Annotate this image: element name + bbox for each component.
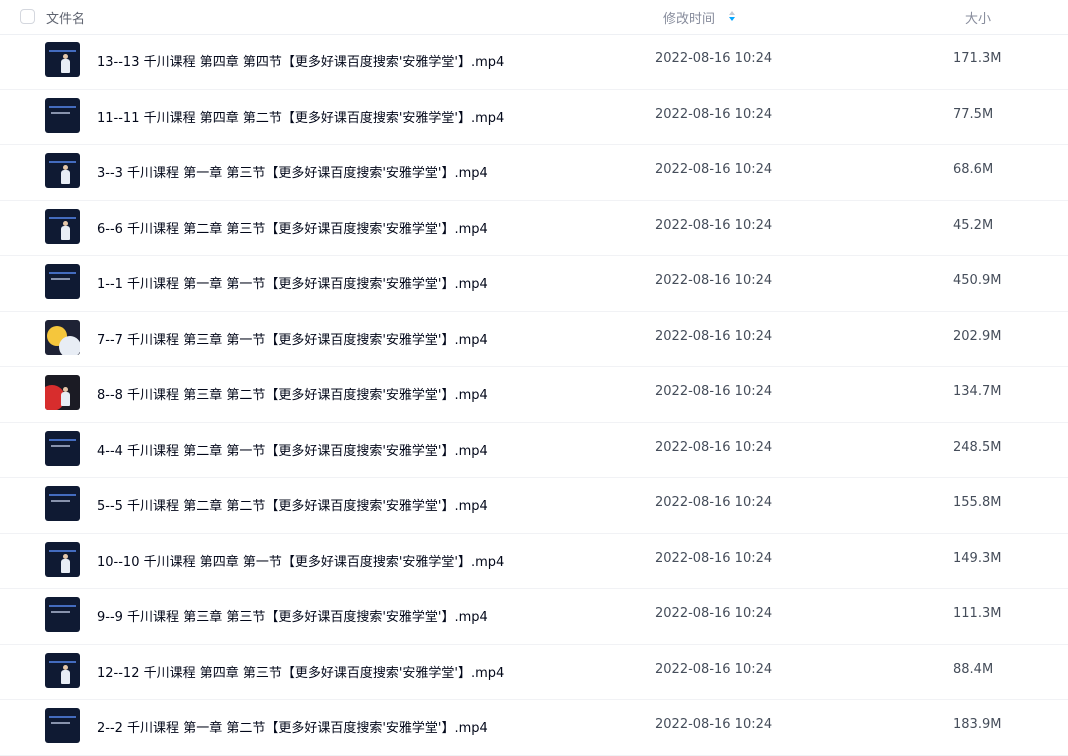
file-row[interactable]: 4--4 千川课程 第二章 第一节【更多好课百度搜索'安雅学堂'】.mp4 202… — [0, 423, 1068, 478]
file-size: 68.6M — [953, 162, 994, 177]
file-size: 202.9M — [953, 328, 1002, 344]
file-name[interactable]: 7--7 千川课程 第三章 第一节【更多好课百度搜索'安雅学堂'】.mp4 — [97, 329, 488, 348]
file-modified-time: 2022-08-16 10:24 — [655, 661, 773, 677]
file-size: 111.3M — [953, 606, 1002, 621]
file-name[interactable]: 5--5 千川课程 第二章 第二节【更多好课百度搜索'安雅学堂'】.mp4 — [97, 495, 488, 514]
file-modified-time: 2022-08-16 10:24 — [655, 328, 773, 344]
file-row[interactable]: 5--5 千川课程 第二章 第二节【更多好课百度搜索'安雅学堂'】.mp4 202… — [0, 478, 1068, 534]
sort-descending-icon[interactable] — [728, 11, 735, 23]
file-size: 77.5M — [953, 106, 994, 122]
file-name[interactable]: 13--13 千川课程 第四章 第四节【更多好课百度搜索'安雅学堂'】.mp4 — [97, 51, 504, 70]
file-size: 134.7M — [953, 384, 1002, 399]
file-row[interactable]: 13--13 千川课程 第四章 第四节【更多好课百度搜索'安雅学堂'】.mp4 2… — [0, 34, 1068, 90]
video-thumbnail[interactable] — [45, 597, 80, 632]
file-size: 171.3M — [953, 51, 1002, 66]
file-name[interactable]: 11--11 千川课程 第四章 第二节【更多好课百度搜索'安雅学堂'】.mp4 — [97, 107, 504, 126]
file-row[interactable]: 11--11 千川课程 第四章 第二节【更多好课百度搜索'安雅学堂'】.mp4 2… — [0, 90, 1068, 145]
file-row[interactable]: 2--2 千川课程 第一章 第二节【更多好课百度搜索'安雅学堂'】.mp4 202… — [0, 700, 1068, 756]
file-row[interactable]: 12--12 千川课程 第四章 第三节【更多好课百度搜索'安雅学堂'】.mp4 2… — [0, 645, 1068, 700]
file-size: 248.5M — [953, 439, 1002, 455]
file-name[interactable]: 6--6 千川课程 第二章 第三节【更多好课百度搜索'安雅学堂'】.mp4 — [97, 218, 488, 237]
file-modified-time: 2022-08-16 10:24 — [655, 217, 773, 233]
video-thumbnail[interactable] — [45, 652, 80, 688]
file-row[interactable]: 1--1 千川课程 第一章 第一节【更多好课百度搜索'安雅学堂'】.mp4 202… — [0, 256, 1068, 312]
file-list: 13--13 千川课程 第四章 第四节【更多好课百度搜索'安雅学堂'】.mp4 2… — [0, 34, 1068, 756]
video-thumbnail[interactable] — [45, 153, 80, 188]
file-modified-time: 2022-08-16 10:24 — [655, 106, 773, 122]
file-row[interactable]: 8--8 千川课程 第三章 第二节【更多好课百度搜索'安雅学堂'】.mp4 202… — [0, 367, 1068, 423]
select-all-checkbox[interactable] — [20, 9, 35, 24]
file-size: 183.9M — [953, 717, 1002, 732]
video-thumbnail[interactable] — [45, 264, 80, 299]
video-thumbnail[interactable] — [45, 486, 80, 521]
file-name[interactable]: 8--8 千川课程 第三章 第二节【更多好课百度搜索'安雅学堂'】.mp4 — [97, 384, 488, 403]
video-thumbnail[interactable] — [45, 42, 80, 77]
file-name[interactable]: 2--2 千川课程 第一章 第二节【更多好课百度搜索'安雅学堂'】.mp4 — [97, 717, 488, 736]
file-row[interactable]: 6--6 千川课程 第二章 第三节【更多好课百度搜索'安雅学堂'】.mp4 202… — [0, 201, 1068, 256]
file-modified-time: 2022-08-16 10:24 — [655, 495, 773, 510]
file-row[interactable]: 9--9 千川课程 第三章 第三节【更多好课百度搜索'安雅学堂'】.mp4 202… — [0, 589, 1068, 645]
file-size: 450.9M — [953, 273, 1002, 288]
video-thumbnail[interactable] — [45, 708, 80, 743]
file-name[interactable]: 4--4 千川课程 第二章 第一节【更多好课百度搜索'安雅学堂'】.mp4 — [97, 440, 488, 459]
video-thumbnail[interactable] — [45, 319, 80, 355]
file-row[interactable]: 7--7 千川课程 第三章 第一节【更多好课百度搜索'安雅学堂'】.mp4 202… — [0, 312, 1068, 367]
file-size: 45.2M — [953, 217, 994, 233]
file-modified-time: 2022-08-16 10:24 — [655, 606, 773, 621]
file-modified-time: 2022-08-16 10:24 — [655, 717, 773, 732]
file-name[interactable]: 1--1 千川课程 第一章 第一节【更多好课百度搜索'安雅学堂'】.mp4 — [97, 273, 488, 292]
video-thumbnail[interactable] — [45, 97, 80, 133]
file-row[interactable]: 3--3 千川课程 第一章 第三节【更多好课百度搜索'安雅学堂'】.mp4 202… — [0, 145, 1068, 201]
file-row[interactable]: 10--10 千川课程 第四章 第一节【更多好课百度搜索'安雅学堂'】.mp4 2… — [0, 534, 1068, 589]
video-thumbnail[interactable] — [45, 375, 80, 410]
file-list-header: 文件名 修改时间 大小 — [0, 0, 1068, 35]
file-modified-time: 2022-08-16 10:24 — [655, 273, 773, 288]
file-name[interactable]: 3--3 千川课程 第一章 第三节【更多好课百度搜索'安雅学堂'】.mp4 — [97, 162, 488, 181]
file-modified-time: 2022-08-16 10:24 — [655, 550, 773, 566]
file-modified-time: 2022-08-16 10:24 — [655, 384, 773, 399]
video-thumbnail[interactable] — [45, 430, 80, 466]
video-thumbnail[interactable] — [45, 208, 80, 244]
file-size: 149.3M — [953, 550, 1002, 566]
file-name[interactable]: 12--12 千川课程 第四章 第三节【更多好课百度搜索'安雅学堂'】.mp4 — [97, 662, 504, 681]
file-name[interactable]: 10--10 千川课程 第四章 第一节【更多好课百度搜索'安雅学堂'】.mp4 — [97, 551, 504, 570]
column-header-size[interactable]: 大小 — [965, 8, 991, 27]
file-name[interactable]: 9--9 千川课程 第三章 第三节【更多好课百度搜索'安雅学堂'】.mp4 — [97, 606, 488, 625]
column-header-name[interactable]: 文件名 — [46, 8, 85, 27]
column-header-modified-time[interactable]: 修改时间 — [663, 8, 715, 27]
video-thumbnail[interactable] — [45, 541, 80, 577]
file-size: 88.4M — [953, 661, 994, 677]
file-modified-time: 2022-08-16 10:24 — [655, 439, 773, 455]
file-size: 155.8M — [953, 495, 1002, 510]
file-modified-time: 2022-08-16 10:24 — [655, 51, 773, 66]
file-modified-time: 2022-08-16 10:24 — [655, 162, 773, 177]
